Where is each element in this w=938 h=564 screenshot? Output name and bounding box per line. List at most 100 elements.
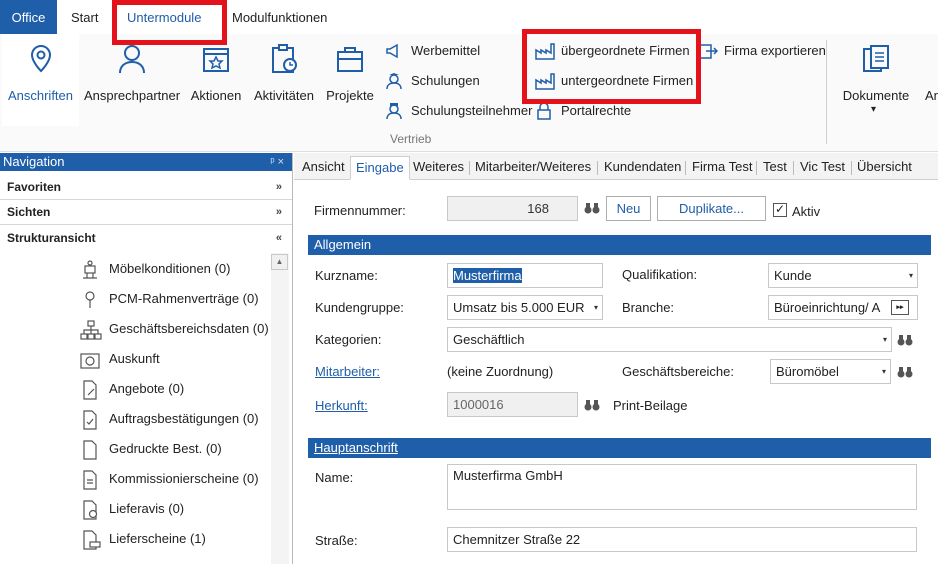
navigation-panel: Navigation ᵖ × Favoriten » Sichten » Str… <box>0 153 293 564</box>
binoculars-icon[interactable] <box>897 334 913 346</box>
tab-weiteres[interactable]: Weiteres <box>413 156 464 180</box>
dokumente-label: Dokumente <box>842 88 910 103</box>
nav-section-label: Sichten <box>7 205 51 219</box>
org-chart-icon <box>80 320 102 340</box>
person-stand-icon <box>80 260 100 280</box>
scroll-up-icon[interactable]: ▲ <box>271 254 288 270</box>
camera-icon <box>80 350 100 370</box>
kundengruppe-value: Umsatz bis 5.000 EUR <box>453 300 585 315</box>
tab-modulfunktionen[interactable]: Modulfunktionen <box>220 0 339 34</box>
nav-item-label: Angebote (0) <box>109 381 185 396</box>
kurzname-input[interactable]: Musterfirma <box>447 263 603 288</box>
mitarbeiter-link[interactable]: Mitarbeiter: <box>315 364 380 379</box>
name-value: Musterfirma GmbH <box>453 468 563 483</box>
branche-label: Branche: <box>622 300 675 315</box>
anschriften-label: Anschriften <box>7 88 74 103</box>
schulungen-label: Schulungen <box>411 73 480 88</box>
firma-exportieren-label: Firma exportieren <box>724 43 826 58</box>
aktionen-button[interactable]: Aktionen <box>186 34 246 126</box>
kurzname-label: Kurzname: <box>315 268 378 283</box>
mitarbeiter-value: (keine Zuordnung) <box>447 364 554 379</box>
nav-item-label: PCM-Rahmenverträge (0) <box>109 291 259 306</box>
tab-kundendaten[interactable]: Kundendaten <box>604 156 681 180</box>
branche-next-button[interactable]: ▸▸ <box>891 300 909 315</box>
aktiv-checkbox[interactable]: ✓ <box>773 202 787 217</box>
chevron-down-icon: ▾ <box>881 367 886 376</box>
pin-close-icon[interactable]: ᵖ × <box>270 153 284 171</box>
group-vertrieb-label: Vertrieb <box>390 132 432 146</box>
firmennummer-field[interactable]: 168 <box>447 196 578 221</box>
chevron-down-icon: ▾ <box>882 335 887 344</box>
ribbon-separator <box>826 40 827 144</box>
tab-vic-test[interactable]: Vic Test <box>800 156 845 180</box>
star-calendar-icon <box>201 44 231 74</box>
tab-firma-test[interactable]: Firma Test <box>692 156 752 180</box>
form-tabbar: Ansicht Eingabe Weiteres Mitarbeiter/Wei… <box>294 153 938 180</box>
participant-icon <box>385 102 403 120</box>
hauptanschrift-link[interactable]: Hauptanschrift <box>314 440 398 455</box>
section-allgemein: Allgemein <box>308 235 931 255</box>
werbemittel-label: Werbemittel <box>411 43 481 58</box>
binoculars-icon[interactable] <box>897 366 913 378</box>
nav-item-label: Auftragsbestätigungen (0) <box>109 411 259 426</box>
strasse-input[interactable]: Chemnitzer Straße 22 <box>447 527 917 552</box>
section-hauptanschrift: Hauptanschrift <box>308 438 931 458</box>
aktivitaeten-button[interactable]: Aktivitäten <box>251 34 317 126</box>
nav-section-sichten[interactable]: Sichten » <box>0 200 292 225</box>
tab-office[interactable]: Office <box>0 0 57 34</box>
check-icon: ✓ <box>775 202 786 216</box>
tab-mitarbeiter-weiteres[interactable]: Mitarbeiter/Weiteres <box>475 156 591 180</box>
kategorien-select[interactable]: Geschäftlich ▾ <box>447 327 892 352</box>
nav-item-label: Geschäftsbereichsdaten (0) <box>109 321 269 336</box>
tab-separator <box>851 161 852 175</box>
tab-test[interactable]: Test <box>763 156 787 180</box>
export-icon <box>698 42 718 60</box>
qualifikation-value: Kunde <box>774 268 812 283</box>
tab-uebersicht[interactable]: Übersicht <box>857 156 912 180</box>
tab-separator <box>597 161 598 175</box>
tab-separator <box>469 161 470 175</box>
binoculars-icon[interactable] <box>584 202 600 214</box>
binoculars-icon[interactable] <box>584 399 600 411</box>
geschaeftsbereiche-select[interactable]: Büromöbel ▾ <box>770 359 891 384</box>
anschriften-button[interactable]: Anschriften <box>2 34 79 126</box>
geschaeftsbereiche-value: Büromöbel <box>776 364 839 379</box>
ansprechpartner-label: Ansprechpartner <box>83 88 181 103</box>
qualifikation-label: Qualifikation: <box>622 267 698 282</box>
herkunft-link[interactable]: Herkunft: <box>315 398 368 413</box>
name-textarea[interactable]: Musterfirma GmbH <box>447 464 917 510</box>
ribbon-cut-label[interactable]: An <box>925 88 938 103</box>
highlight-untermodule <box>112 0 227 45</box>
navigation-header: Navigation ᵖ × <box>0 153 292 171</box>
kundengruppe-select[interactable]: Umsatz bis 5.000 EUR ▾ <box>447 295 603 320</box>
qualifikation-select[interactable]: Kunde ▾ <box>768 263 918 288</box>
documents-icon <box>861 44 891 74</box>
ansprechpartner-button[interactable]: Ansprechpartner <box>82 34 182 126</box>
neu-button[interactable]: Neu <box>606 196 651 221</box>
tab-start[interactable]: Start <box>59 0 110 34</box>
duplikate-button[interactable]: Duplikate... <box>657 196 766 221</box>
document-icon <box>80 440 100 460</box>
navigation-title: Navigation <box>3 154 65 169</box>
clipboard-clock-icon <box>269 44 299 74</box>
chevron-down-icon: ▾ <box>593 303 598 312</box>
ribbon: Anschriften Ansprechpartner Aktionen Akt… <box>0 34 938 152</box>
herkunft-field[interactable]: 1000016 <box>447 392 578 417</box>
chevron-up-icon: « <box>275 232 282 244</box>
projekte-button[interactable]: Projekte <box>323 34 377 126</box>
map-pin-icon <box>28 44 54 74</box>
aktivitaeten-label: Aktivitäten <box>254 88 314 103</box>
chevron-down-icon: » <box>275 206 282 218</box>
kundengruppe-label: Kundengruppe: <box>315 300 404 315</box>
tab-separator <box>685 161 686 175</box>
briefcase-icon <box>335 44 365 74</box>
nav-section-strukturansicht[interactable]: Strukturansicht « <box>0 226 292 251</box>
document-clock-icon <box>80 500 100 520</box>
dokumente-button[interactable]: Dokumente ▾ <box>838 34 914 126</box>
nav-section-favoriten[interactable]: Favoriten » <box>0 175 292 200</box>
tab-ansicht[interactable]: Ansicht <box>302 156 345 180</box>
nav-scrollbar[interactable]: ▲ <box>271 253 289 564</box>
tab-eingabe[interactable]: Eingabe <box>350 156 410 180</box>
nav-item-label: Lieferscheine (1) <box>109 531 206 546</box>
aktiv-label: Aktiv <box>792 204 821 219</box>
